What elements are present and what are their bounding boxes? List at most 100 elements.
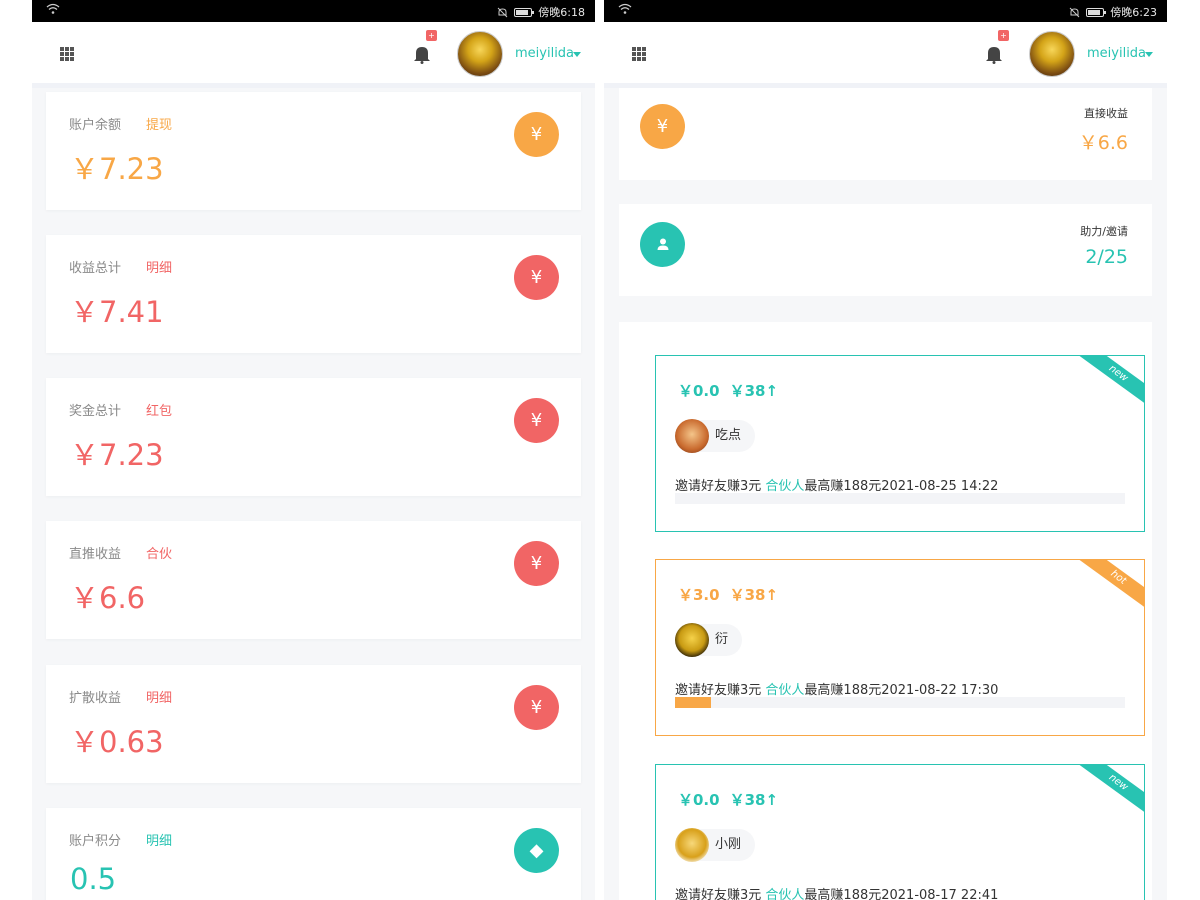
stat-value: ￥7.23 — [70, 152, 164, 186]
battery-icon — [1086, 7, 1107, 17]
stat-label: 账户余额 — [69, 118, 122, 133]
progress-bar — [675, 493, 1125, 504]
header-bar: + meiyilida — [32, 22, 595, 88]
stat-value: ￥7.23 — [70, 438, 164, 472]
tag-ribbon: new — [1072, 356, 1144, 410]
user-icon — [640, 222, 685, 267]
chevron-down-icon[interactable] — [1145, 52, 1153, 57]
task-card[interactable]: hot ￥3.0 ￥38↑ 衍邀请好友赚3元 合伙人最高赚188元2021-08-22… — [655, 559, 1145, 736]
stat-value: ￥6.6 — [70, 581, 146, 615]
user-name: 小刚 — [715, 837, 742, 852]
stat-link[interactable]: 明细 — [146, 257, 172, 276]
max-price: ￥38↑ — [729, 791, 779, 809]
avatar — [675, 828, 709, 862]
bell-icon[interactable] — [985, 44, 1003, 64]
left-screen: 傍晚6:18 + meiyilida 账户余额 提现 ￥7.23 ¥ 收益总计 明细 ￥7.… — [32, 0, 595, 900]
status-time: 傍晚6:23 — [1110, 6, 1157, 19]
bell-icon[interactable] — [413, 44, 431, 64]
user-name: 衍 — [715, 632, 729, 647]
task-list: new ￥0.0 ￥38↑ 吃点 邀请好友赚3元 合伙人最高赚188元2021-08-2… — [619, 322, 1152, 900]
stat-link[interactable]: 提现 — [146, 114, 172, 133]
stat-value: ￥0.63 — [70, 725, 164, 759]
task-card[interactable]: new ￥0.0 ￥38↑ 吃点邀请好友赚3元 合伙人最高赚188元2021-08-2… — [655, 355, 1145, 532]
notification-badge: + — [998, 30, 1009, 41]
menu-grid-icon[interactable] — [60, 47, 74, 61]
current-price: ￥0.0 — [678, 791, 720, 809]
username[interactable]: meiyilida — [515, 46, 574, 61]
direct-income-card[interactable]: ¥ 直接收益 ￥6.6 — [619, 88, 1152, 180]
current-price: ￥3.0 — [678, 586, 720, 604]
max-price: ￥38↑ — [729, 382, 779, 400]
chevron-down-icon[interactable] — [573, 52, 581, 57]
stat-label: 奖金总计 — [69, 404, 122, 419]
avatar[interactable] — [1029, 31, 1075, 77]
header-bar: + meiyilida — [604, 22, 1167, 88]
desc-text: 邀请好友赚3元 — [675, 479, 766, 494]
desc-text: 邀请好友赚3元 — [675, 683, 766, 698]
yen-icon[interactable]: ¥ — [514, 398, 559, 443]
price-row: ￥3.0 ￥38↑ — [678, 584, 788, 605]
stat-card: 账户余额 提现 ￥7.23 ¥ — [46, 92, 581, 210]
status-bar: 傍晚6:18 — [32, 0, 595, 22]
wifi-icon — [46, 3, 60, 14]
avatar[interactable] — [457, 31, 503, 77]
task-description: 邀请好友赚3元 合伙人最高赚188元2021-08-17 22:41 — [675, 884, 998, 900]
stat-value: 0.5 — [70, 862, 117, 896]
stat-card: 扩散收益 明细 ￥0.63 ¥ — [46, 665, 581, 783]
stat-link[interactable]: 明细 — [146, 687, 172, 706]
yen-icon[interactable]: ¥ — [514, 541, 559, 586]
partner-link[interactable]: 合伙人 — [765, 888, 804, 900]
task-card[interactable]: new ￥0.0 ￥38↑ 小刚邀请好友赚3元 合伙人最高赚188元2021-08-1… — [655, 764, 1145, 900]
desc-date: 最高赚188元2021-08-17 22:41 — [804, 888, 999, 900]
progress-bar — [675, 697, 1125, 708]
stat-link[interactable]: 红包 — [146, 400, 172, 419]
mute-bell-icon — [497, 7, 508, 17]
yen-icon[interactable]: ¥ — [514, 255, 559, 300]
mute-bell-icon — [1069, 7, 1080, 17]
invite-card[interactable]: 助力/邀请 2/25 — [619, 204, 1152, 296]
info-value: ￥6.6 — [1078, 132, 1128, 154]
partner-link[interactable]: 合伙人 — [765, 479, 804, 494]
tag-ribbon: hot — [1072, 560, 1144, 614]
menu-grid-icon[interactable] — [632, 47, 646, 61]
user-name: 吃点 — [715, 428, 742, 443]
wifi-icon — [618, 3, 632, 14]
price-row: ￥0.0 ￥38↑ — [678, 789, 788, 810]
stat-link[interactable]: 明细 — [146, 830, 172, 849]
diamond-icon[interactable]: ◆ — [514, 828, 559, 873]
yen-icon[interactable]: ¥ — [514, 112, 559, 157]
info-value: 2/25 — [1085, 246, 1128, 268]
avatar — [675, 623, 709, 657]
desc-text: 邀请好友赚3元 — [675, 888, 766, 900]
price-row: ￥0.0 ￥38↑ — [678, 380, 788, 401]
task-description: 邀请好友赚3元 合伙人最高赚188元2021-08-22 17:30 — [675, 679, 998, 698]
avatar — [675, 419, 709, 453]
notification-badge: + — [426, 30, 437, 41]
stat-link[interactable]: 合伙 — [146, 543, 172, 562]
yen-icon: ¥ — [640, 104, 685, 149]
right-screen: 傍晚6:23 + meiyilida ¥ 直接收益 ￥6.6 助力/邀请 2/2… — [604, 0, 1167, 900]
stat-label: 收益总计 — [69, 261, 122, 276]
stat-label: 扩散收益 — [69, 691, 122, 706]
stat-card: 账户积分 明细 0.5 ◆ — [46, 808, 581, 900]
tag-ribbon: new — [1072, 765, 1144, 819]
username[interactable]: meiyilida — [1087, 46, 1146, 61]
status-time: 傍晚6:18 — [538, 6, 585, 19]
partner-link[interactable]: 合伙人 — [765, 683, 804, 698]
status-bar: 傍晚6:23 — [604, 0, 1167, 22]
desc-date: 最高赚188元2021-08-22 17:30 — [804, 683, 999, 698]
user-chip[interactable]: 衍 — [675, 623, 743, 657]
user-chip[interactable]: 小刚 — [675, 828, 756, 862]
max-price: ￥38↑ — [729, 586, 779, 604]
stat-card: 奖金总计 红包 ￥7.23 ¥ — [46, 378, 581, 496]
info-label: 助力/邀请 — [1080, 225, 1128, 238]
desc-date: 最高赚188元2021-08-25 14:22 — [804, 479, 999, 494]
stat-card: 直推收益 合伙 ￥6.6 ¥ — [46, 521, 581, 639]
yen-icon[interactable]: ¥ — [514, 685, 559, 730]
battery-icon — [514, 7, 535, 17]
current-price: ￥0.0 — [678, 382, 720, 400]
info-label: 直接收益 — [1084, 107, 1128, 120]
stat-label: 账户积分 — [69, 834, 122, 849]
user-chip[interactable]: 吃点 — [675, 419, 756, 453]
stat-card: 收益总计 明细 ￥7.41 ¥ — [46, 235, 581, 353]
